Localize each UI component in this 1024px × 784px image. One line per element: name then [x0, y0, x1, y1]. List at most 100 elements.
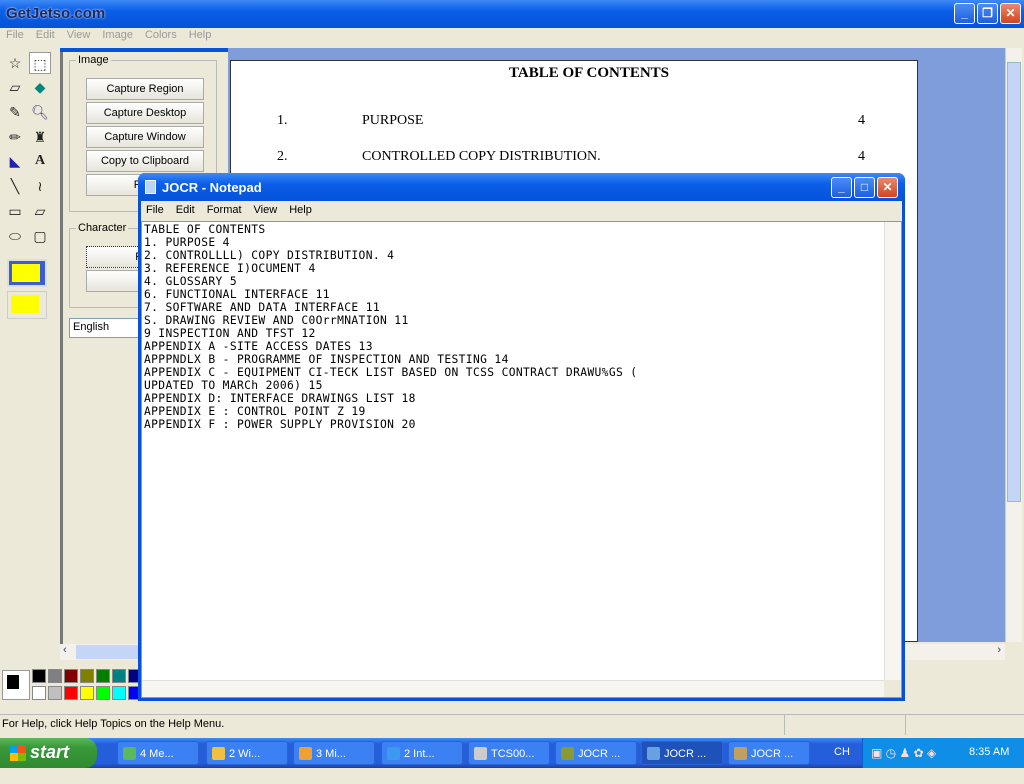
character-group-label: Character	[76, 222, 129, 234]
menu-edit[interactable]: Edit	[36, 29, 55, 41]
text-icon[interactable]: A	[29, 150, 51, 172]
capture-window-button[interactable]: Capture Window	[86, 126, 204, 148]
paint-title-bar: GetJetso.com _ ❐ ✕	[0, 0, 1024, 28]
window-title: GetJetso.com	[6, 5, 106, 22]
notepad-horizontal-scrollbar[interactable]	[142, 680, 884, 697]
notepad-minimize-button[interactable]: _	[831, 177, 852, 198]
rectangle-icon[interactable]: ▭	[4, 200, 26, 222]
palette-color-swatch[interactable]	[32, 669, 46, 683]
polygon-icon[interactable]: ▱	[29, 200, 51, 222]
resize-grip-icon[interactable]	[884, 680, 901, 697]
doc-row-title: PURPOSE	[362, 113, 424, 128]
start-button[interactable]: start	[0, 738, 97, 768]
rect-select-icon[interactable]: ⬚	[29, 52, 51, 74]
taskbar-item-label: JOCR ...	[578, 748, 621, 760]
vertical-scrollbar[interactable]	[1005, 48, 1022, 642]
menu-image[interactable]: Image	[102, 29, 133, 41]
palette-color-swatch[interactable]	[48, 669, 62, 683]
curve-icon[interactable]: ≀	[29, 175, 51, 197]
palette-color-swatch[interactable]	[64, 686, 78, 700]
brush-icon[interactable]: ♜	[29, 126, 51, 148]
copy-to-clipboard-button[interactable]: Copy to Clipboard	[86, 150, 204, 172]
pencil-icon[interactable]: ✏	[4, 126, 26, 148]
text-line: APPPNDLX B - PROGRAMME OF INSPECTION AND…	[144, 353, 509, 366]
palette-color-swatch[interactable]	[32, 686, 46, 700]
text-line: 9 INSPECTION AND TFST 12	[144, 327, 316, 340]
rounded-rect-icon[interactable]: ▢	[29, 225, 51, 247]
capture-region-button[interactable]: Capture Region	[86, 78, 204, 100]
close-button[interactable]: ✕	[1000, 3, 1021, 24]
menu-view[interactable]: View	[67, 29, 91, 41]
text-line: 4. GLOSSARY 5	[144, 275, 237, 288]
text-line: TABLE OF CONTENTS	[144, 223, 266, 236]
taskbar-item[interactable]: 3 Mi...	[293, 741, 375, 765]
taskbar-item[interactable]: JOCR ...	[555, 741, 637, 765]
taskbar-item[interactable]: 2 Wi...	[206, 741, 288, 765]
taskbar-item-label: 2 Wi...	[229, 748, 261, 760]
text-line: 7. SOFTWARE AND DATA INTERFACE 11	[144, 301, 380, 314]
toolbox: ☆ ⬚ ▱ ◆ ✎ 🔍︎ ✏ ♜ ◣ A ╲ ≀ ▭ ▱ ⬭ ▢	[0, 48, 58, 648]
palette-color-swatch[interactable]	[96, 686, 110, 700]
taskbar-item-label: 4 Me...	[140, 748, 174, 760]
palette-color-swatch[interactable]	[112, 669, 126, 683]
system-tray: ▣ ◷ ♟ ✿ ◈ 8:35 AM	[862, 738, 1024, 768]
notepad-text-area[interactable]: TABLE OF CONTENTS 1. PURPOSE 4 2. CONTROLL…	[141, 221, 902, 698]
text-line: APPENDIX D: INTERFACE DRAWINGS LIST 18	[144, 392, 416, 405]
notepad-maximize-button[interactable]: □	[854, 177, 875, 198]
palette-color-swatch[interactable]	[80, 669, 94, 683]
transparent-mode-icon[interactable]	[7, 291, 47, 319]
menu-colors[interactable]: Colors	[145, 29, 177, 41]
ellipse-icon[interactable]: ⬭	[4, 225, 26, 247]
notepad-vertical-scrollbar[interactable]	[884, 222, 901, 681]
line-icon[interactable]: ╲	[4, 175, 26, 197]
taskbar-item[interactable]: 4 Me...	[117, 741, 199, 765]
color-palette	[0, 668, 142, 702]
taskbar-app-icon	[299, 747, 312, 760]
text-line: APPENDIX C - EQUIPMENT CI-TECK LIST BASE…	[144, 366, 638, 379]
opaque-mode-icon[interactable]	[7, 259, 47, 287]
eraser-icon[interactable]: ▱	[4, 76, 26, 98]
paint-menu-bar: File Edit View Image Colors Help	[6, 28, 223, 44]
fill-icon[interactable]: ◆	[29, 76, 51, 98]
menu-help[interactable]: Help	[289, 204, 312, 216]
menu-file[interactable]: File	[146, 204, 164, 216]
taskbar-app-icon	[734, 747, 747, 760]
text-line: APPENDIX F : POWER SUPPLY PROVISION 20	[144, 418, 416, 431]
menu-file[interactable]: File	[6, 29, 24, 41]
restore-button[interactable]: ❐	[977, 3, 998, 24]
notepad-window: JOCR - Notepad _ □ ✕ File Edit Format View H…	[138, 173, 905, 701]
palette-color-swatch[interactable]	[112, 686, 126, 700]
doc-row-page: 4	[858, 149, 865, 164]
color-picker-icon[interactable]: ✎	[4, 101, 26, 123]
doc-row-page: 4	[858, 113, 865, 128]
capture-desktop-button[interactable]: Capture Desktop	[86, 102, 204, 124]
menu-view[interactable]: View	[254, 204, 278, 216]
text-line: 1. PURPOSE 4	[144, 236, 230, 249]
airbrush-icon[interactable]: ◣	[4, 150, 26, 172]
menu-help[interactable]: Help	[189, 29, 212, 41]
palette-color-swatch[interactable]	[80, 686, 94, 700]
status-bar: For Help, click Help Topics on the Help …	[0, 714, 1024, 735]
text-line: 2. CONTROLLLL) COPY DISTRIBUTION. 4	[144, 249, 395, 262]
palette-color-swatch[interactable]	[64, 669, 78, 683]
taskbar-item-label: TCS00...	[491, 748, 535, 760]
taskbar-app-icon	[123, 747, 136, 760]
magnifier-icon[interactable]: 🔍︎	[29, 101, 51, 123]
menu-format[interactable]: Format	[207, 204, 242, 216]
language-indicator[interactable]: CH	[834, 746, 850, 758]
palette-color-swatch[interactable]	[96, 669, 110, 683]
notepad-title: JOCR - Notepad	[162, 180, 262, 195]
windows-logo-icon	[10, 745, 26, 761]
notepad-icon	[145, 180, 156, 194]
minimize-button[interactable]: _	[954, 3, 975, 24]
tray-icons[interactable]: ▣ ◷ ♟ ✿ ◈	[871, 746, 936, 760]
taskbar-item[interactable]: JOCR ...	[641, 741, 723, 765]
taskbar-item[interactable]: JOCR ...	[728, 741, 810, 765]
menu-edit[interactable]: Edit	[176, 204, 195, 216]
doc-row-num: 1.	[277, 113, 288, 128]
taskbar-item[interactable]: 2 Int...	[381, 741, 463, 765]
notepad-close-button[interactable]: ✕	[877, 177, 898, 198]
taskbar-item[interactable]: TCS00...	[468, 741, 550, 765]
palette-color-swatch[interactable]	[48, 686, 62, 700]
free-select-icon[interactable]: ☆	[4, 52, 26, 74]
